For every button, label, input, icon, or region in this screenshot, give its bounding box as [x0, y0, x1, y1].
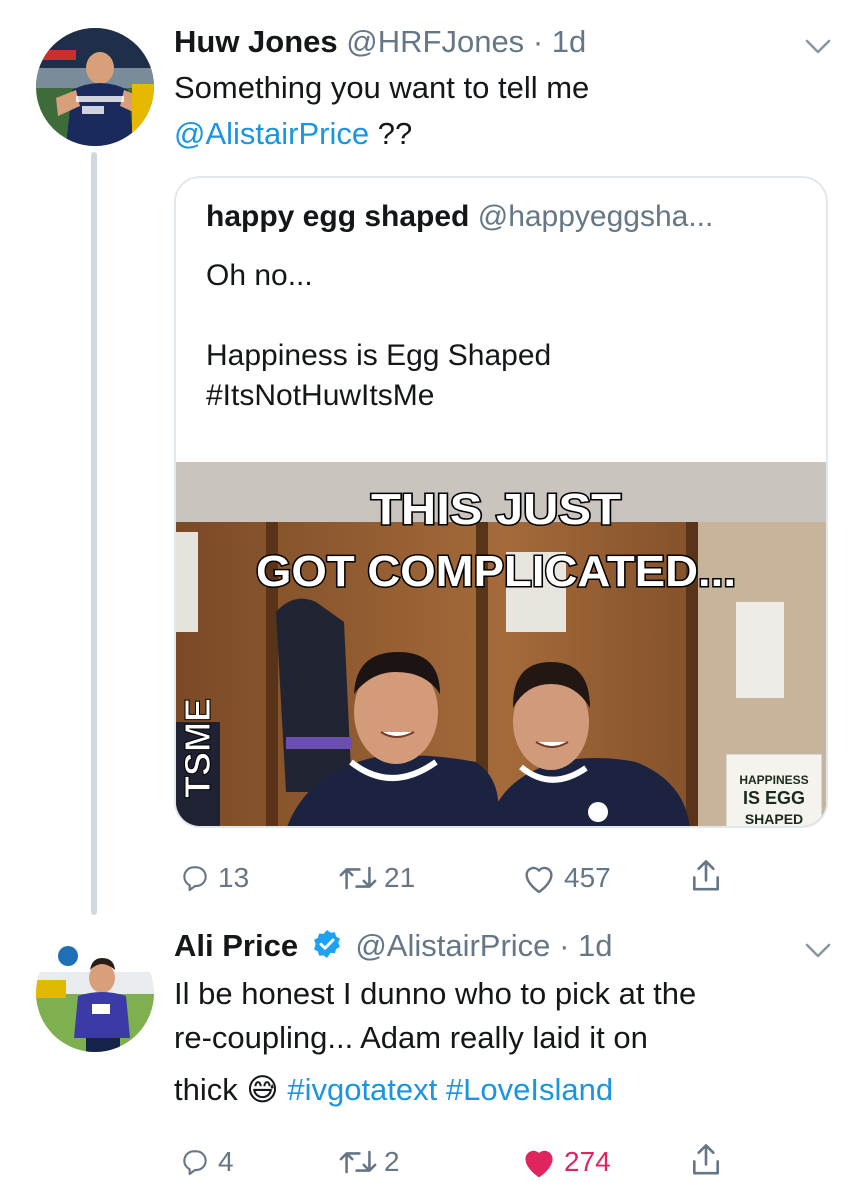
tweet2-text-line3: thick [174, 1072, 238, 1107]
avatar-huw-jones[interactable] [36, 28, 154, 146]
like-icon [525, 1150, 553, 1178]
hashtag-link[interactable]: #LoveIsland [446, 1072, 613, 1107]
image-sign-text: SHAPED [745, 811, 803, 827]
reply-button[interactable]: 4 [178, 1142, 234, 1182]
share-icon [692, 1144, 720, 1175]
quoted-author-name: happy egg shaped [206, 200, 470, 233]
timestamp[interactable]: 1d [552, 24, 586, 59]
retweet-icon [339, 866, 377, 890]
like-count: 274 [564, 1146, 611, 1177]
chevron-down-icon[interactable] [804, 38, 832, 56]
verified-badge-icon [311, 928, 343, 968]
tweet1-text-line1: Something you want to tell me [174, 70, 590, 105]
sweat-smile-emoji: 😅 [246, 1072, 279, 1107]
tweet2-text-line1: Il be honest I dunno who to pick at the [174, 976, 697, 1011]
quoted-text-line [206, 296, 551, 336]
share-button[interactable] [688, 856, 724, 896]
image-caption-line2: GOT COMPLICATED... [256, 547, 736, 596]
reply-icon [183, 1150, 207, 1176]
like-icon [525, 866, 553, 894]
reply-button[interactable]: 13 [178, 858, 249, 898]
quoted-text-line: Oh no... [206, 259, 313, 292]
avatar-ali-price[interactable] [36, 934, 154, 1052]
quoted-author-handle: @happyeggsha... [477, 200, 714, 233]
hashtag-link[interactable]: #ivgotatext [287, 1072, 437, 1107]
share-icon [692, 860, 720, 891]
author-handle[interactable]: @AlistairPrice [355, 928, 550, 963]
tweet1-text: Something you want to tell me @AlistairP… [174, 66, 589, 156]
like-count: 457 [564, 862, 611, 893]
quoted-tweet-image[interactable]: TSME HAPPINESS IS EGG SHAPED THIS JUST G… [176, 462, 826, 827]
author-name[interactable]: Ali Price [174, 928, 298, 963]
quoted-tweet-header: happy egg shaped @happyeggsha... [206, 200, 713, 234]
image-sign-text: IS EGG [743, 788, 805, 808]
reply-icon [183, 866, 207, 892]
quoted-hashtag: #ItsNotHuwItsMe [206, 379, 435, 412]
reply-count: 13 [218, 862, 250, 893]
mention-link[interactable]: @AlistairPrice [174, 116, 369, 151]
retweet-button[interactable]: 21 [338, 858, 415, 898]
separator-dot: · [532, 24, 544, 59]
author-handle[interactable]: @HRFJones [346, 24, 524, 59]
like-button[interactable]: 457 [520, 858, 611, 898]
retweet-count: 2 [384, 1146, 400, 1177]
timestamp[interactable]: 1d [578, 928, 612, 963]
share-button[interactable] [688, 1140, 724, 1180]
quoted-tweet-text: Oh no... Happiness is Egg Shaped #ItsNot… [206, 256, 551, 416]
author-name[interactable]: Huw Jones [174, 24, 338, 59]
quoted-tweet[interactable]: happy egg shaped @happyeggsha... Oh no..… [174, 176, 828, 828]
image-sign-text: HAPPINESS [739, 773, 808, 787]
tweet1-text-tail: ?? [369, 116, 413, 151]
tweet2-text-line2: re-coupling... Adam really laid it on [174, 1020, 648, 1055]
retweet-count: 21 [384, 862, 416, 893]
retweet-button[interactable]: 2 [338, 1142, 400, 1182]
separator-dot: · [559, 928, 570, 963]
reply-count: 4 [218, 1146, 234, 1177]
tweet2-text: Il be honest I dunno who to pick at the … [174, 972, 696, 1112]
thread-line [91, 152, 97, 915]
chevron-down-icon[interactable] [804, 942, 832, 960]
tweet1-header: Huw Jones @HRFJones · 1d [174, 24, 586, 60]
image-caption-line1: THIS JUST [371, 485, 621, 534]
quoted-text-line: Happiness is Egg Shaped [206, 339, 552, 372]
tweet2-header: Ali Price @AlistairPrice · 1d [174, 928, 613, 968]
like-button[interactable]: 274 [520, 1142, 611, 1182]
retweet-icon [339, 1150, 377, 1174]
image-side-text: TSME [177, 698, 218, 798]
